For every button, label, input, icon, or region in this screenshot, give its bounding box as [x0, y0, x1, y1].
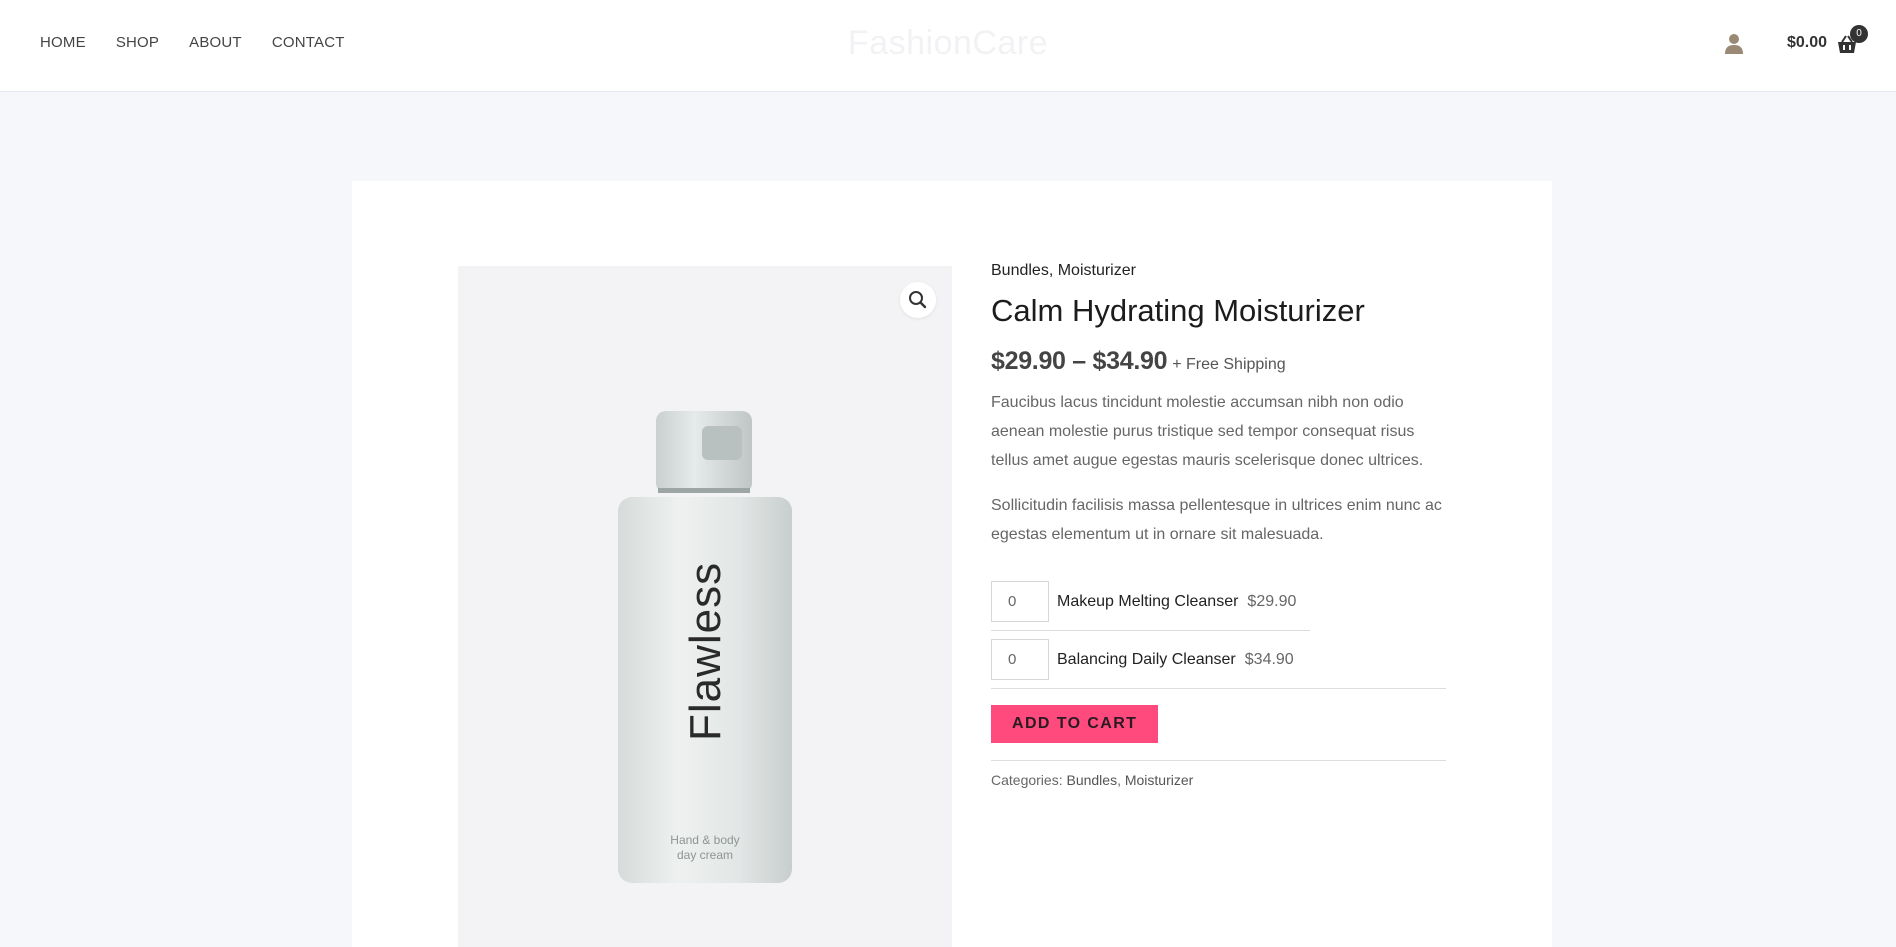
- grouped-product-row: Balancing Daily Cleanser $34.90: [991, 631, 1446, 689]
- product-categories: Bundles, Moisturizer: [991, 262, 1446, 280]
- bottle-brand-text: Flawless: [681, 562, 730, 741]
- grouped-product-link[interactable]: Balancing Daily Cleanser: [1057, 651, 1236, 669]
- meta-separator: ,: [1117, 772, 1125, 788]
- meta-category-moisturizer-link[interactable]: Moisturizer: [1125, 772, 1193, 788]
- grouped-product-price: $29.90: [1247, 592, 1297, 610]
- product-image: Flawless Hand & body day cream: [618, 411, 792, 883]
- quantity-input[interactable]: [991, 581, 1049, 622]
- product-summary: Bundles, Moisturizer Calm Hydrating Mois…: [991, 262, 1446, 788]
- price-row: $29.90 – $34.90 + Free Shipping: [991, 347, 1446, 376]
- cart-total[interactable]: $0.00: [1787, 34, 1827, 52]
- product-description-1: Faucibus lacus tincidunt molestie accums…: [991, 394, 1424, 469]
- product-description-2: Sollicitudin facilisis massa pellentesqu…: [991, 497, 1442, 543]
- bottle-line1-text: Hand & body: [670, 833, 739, 847]
- grouped-product-row: Makeup Melting Cleanser $29.90: [991, 573, 1310, 631]
- categories-label: Categories:: [991, 772, 1067, 788]
- grouped-product-price: $34.90: [1244, 650, 1294, 668]
- bottle-line2-text: day cream: [677, 848, 733, 862]
- category-bundles-link[interactable]: Bundles: [991, 262, 1049, 279]
- product-title: Calm Hydrating Moisturizer: [991, 293, 1365, 328]
- magnifier-icon[interactable]: [900, 282, 936, 318]
- grouped-products: Makeup Melting Cleanser $29.90 Balancing…: [991, 573, 1446, 689]
- site-logo[interactable]: FashionCare: [0, 24, 1896, 63]
- category-moisturizer-link[interactable]: Moisturizer: [1058, 262, 1136, 279]
- add-to-cart-button[interactable]: ADD TO CART: [991, 705, 1159, 743]
- grouped-product-link[interactable]: Makeup Melting Cleanser: [1057, 593, 1238, 611]
- site-header: HOME SHOP ABOUT CONTACT FashionCare $0.0…: [0, 0, 1896, 92]
- category-separator: ,: [1048, 262, 1058, 279]
- quantity-input[interactable]: [991, 639, 1049, 680]
- user-icon[interactable]: [1724, 33, 1744, 55]
- meta-category-bundles-link[interactable]: Bundles: [1066, 772, 1117, 788]
- shipping-note: + Free Shipping: [1172, 356, 1286, 373]
- product-meta: Categories: Bundles, Moisturizer: [991, 760, 1446, 788]
- product-price: $29.90 – $34.90: [991, 347, 1168, 375]
- cart-count-badge: 0: [1850, 25, 1868, 43]
